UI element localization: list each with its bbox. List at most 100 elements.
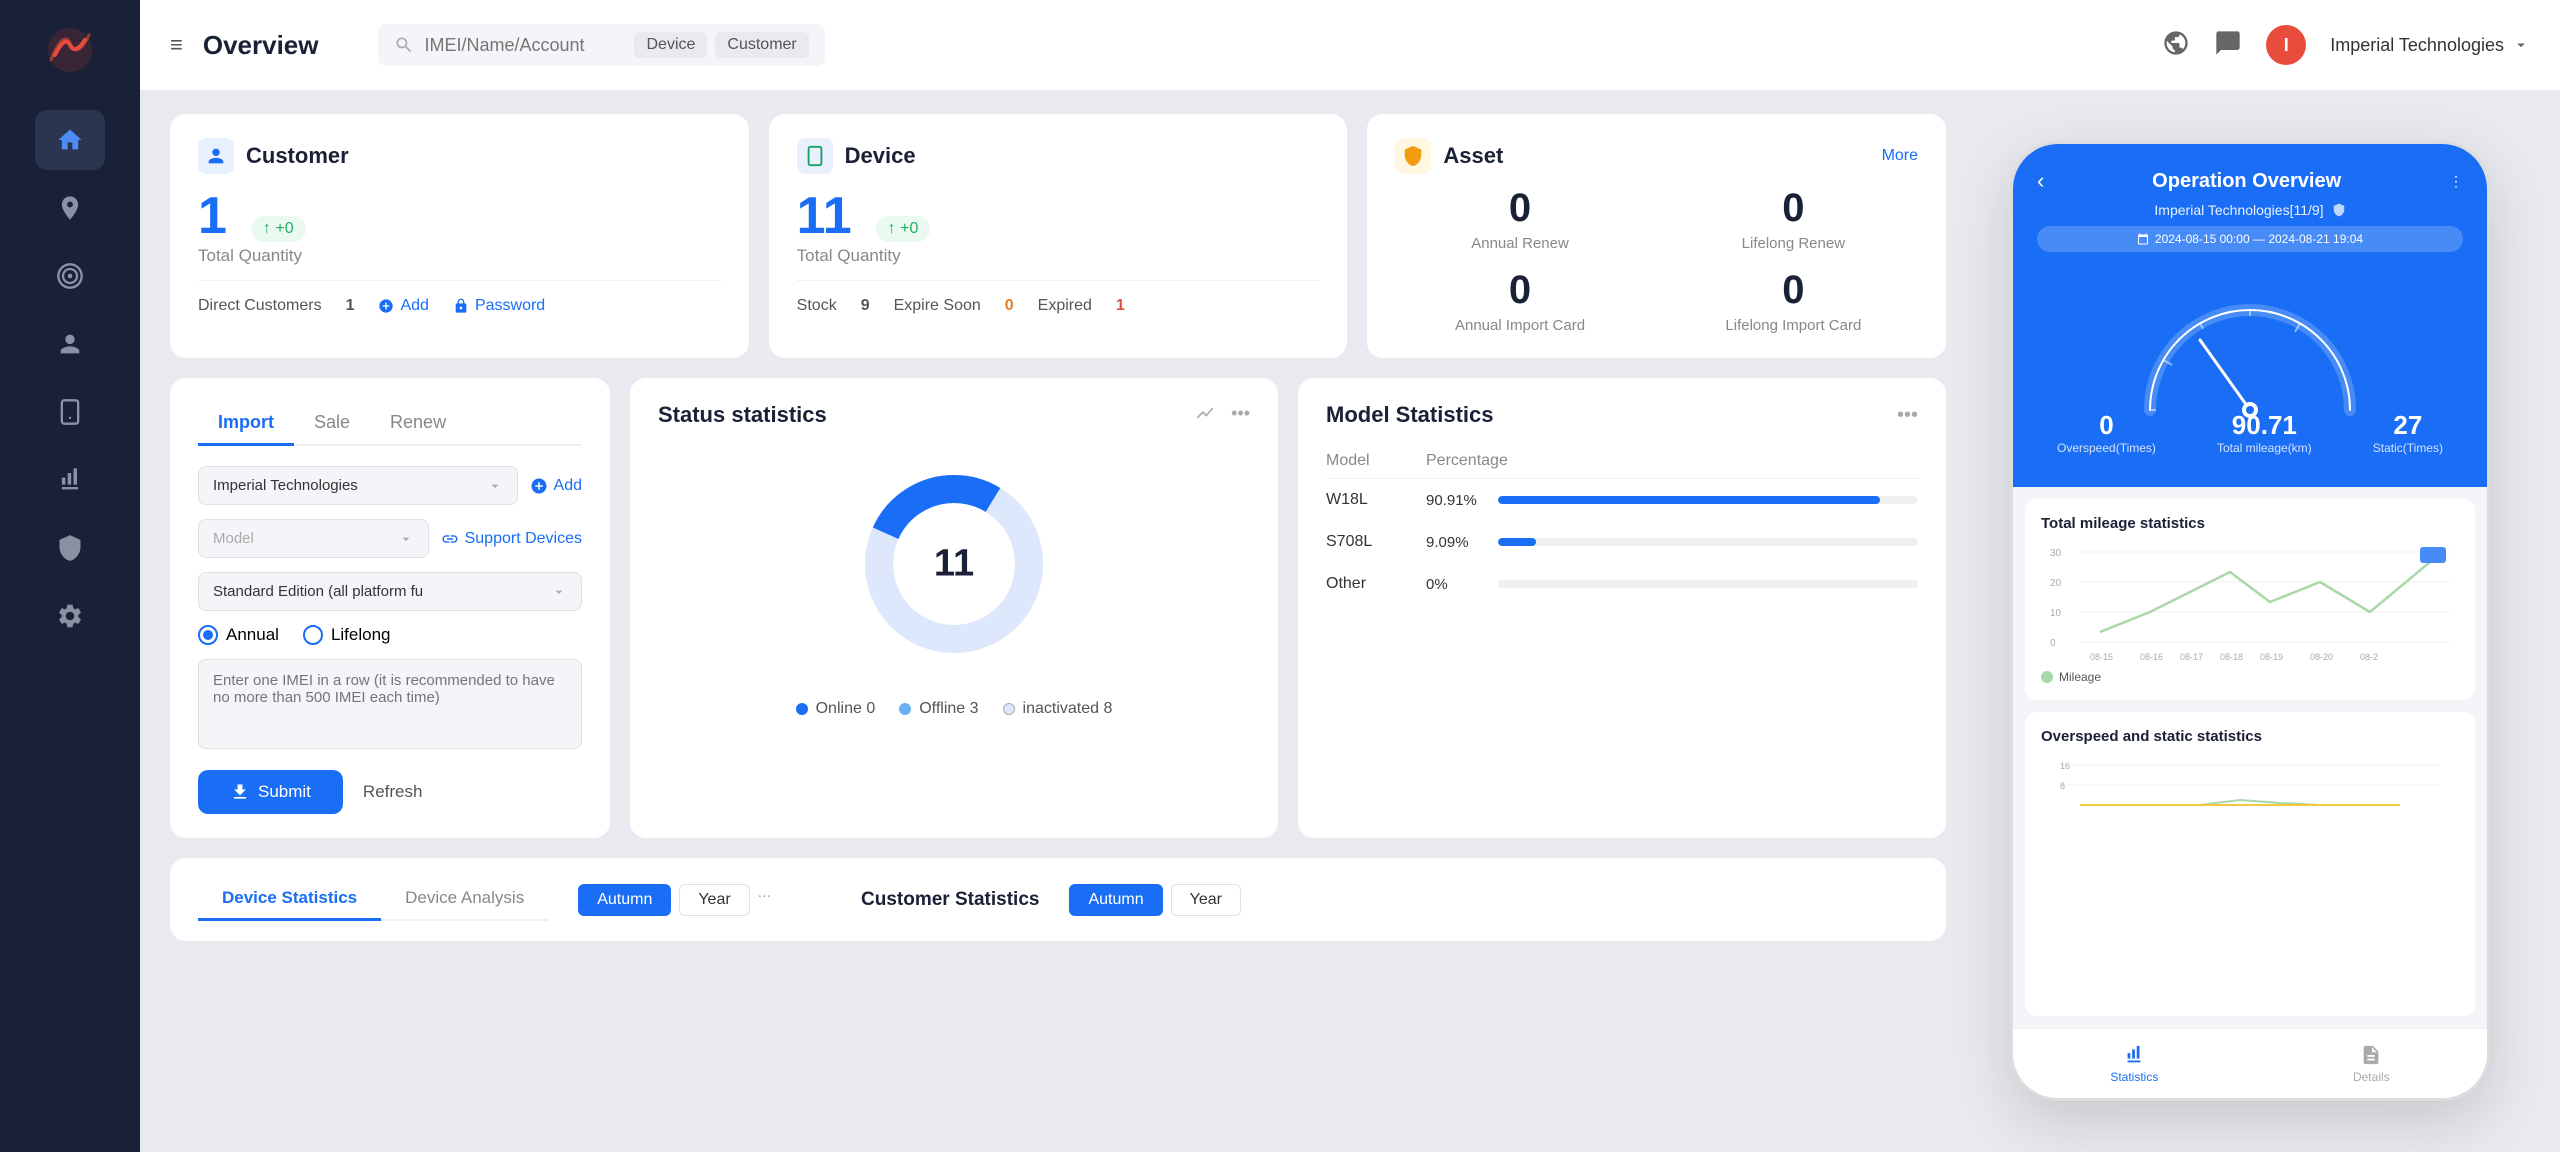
sidebar-item-user[interactable] xyxy=(35,314,105,374)
support-devices-link[interactable]: Support Devices xyxy=(441,530,582,548)
annual-radio[interactable]: Annual xyxy=(198,625,279,645)
inactive-label: inactivated 8 xyxy=(1023,700,1113,718)
password-btn[interactable]: Password xyxy=(453,297,545,315)
asset-grid: 0 Annual Renew 0 Lifelong Renew 0 Annual… xyxy=(1395,186,1918,334)
svg-text:8: 8 xyxy=(2060,781,2065,791)
annual-import-label: Annual Import Card xyxy=(1395,317,1644,334)
expire-soon-label: Expire Soon xyxy=(894,297,981,315)
device-card-title: Device xyxy=(845,143,916,169)
topbar: ≡ Overview Device Customer I Imperial Te… xyxy=(140,0,2560,90)
tab-import[interactable]: Import xyxy=(198,402,294,446)
customer-quantity-row: 1 ↑ +0 xyxy=(198,190,721,242)
company-select[interactable]: Imperial Technologies xyxy=(198,466,518,505)
imei-textarea[interactable] xyxy=(198,659,582,749)
sidebar-item-shield[interactable] xyxy=(35,518,105,578)
tab-sale[interactable]: Sale xyxy=(294,402,370,446)
year-btn-right[interactable]: Year xyxy=(1171,884,1241,916)
model-card: Model Statistics ••• Model Percentage W1… xyxy=(1298,378,1946,838)
sidebar-logo xyxy=(40,20,100,80)
expired-value: 1 xyxy=(1116,297,1125,315)
expired-label: Expired xyxy=(1038,297,1092,315)
donut-wrapper: 11 xyxy=(854,464,1054,664)
add-icon xyxy=(530,477,548,495)
lifelong-renew-value: 0 xyxy=(1669,186,1918,231)
tab-device-stats[interactable]: Device Statistics xyxy=(198,878,381,921)
sidebar-item-settings[interactable] xyxy=(35,586,105,646)
offline-dot xyxy=(899,703,911,715)
customer-card-title: Customer xyxy=(246,143,349,169)
model-title: Model Statistics xyxy=(1326,402,1493,428)
add-customer-btn[interactable]: Add xyxy=(378,297,428,315)
model-name-cell: S708L xyxy=(1326,521,1426,563)
submit-btn[interactable]: Submit xyxy=(198,770,343,814)
user-menu[interactable]: Imperial Technologies xyxy=(2330,35,2530,56)
model-select[interactable]: Model xyxy=(198,519,429,558)
model-table-row: W18L 90.91% xyxy=(1326,479,1918,522)
divider xyxy=(797,280,1320,281)
top-cards-row: Customer 1 ↑ +0 Total Quantity Direct Cu… xyxy=(170,114,1946,358)
sidebar-item-home[interactable] xyxy=(35,110,105,170)
more-dots-btn[interactable]: ••• xyxy=(1231,403,1250,428)
asset-more-link[interactable]: More xyxy=(1882,147,1918,165)
topbar-actions: I Imperial Technologies xyxy=(2162,25,2530,65)
device-card-header: Device xyxy=(797,138,1320,174)
customer-stats-title: Customer Statistics xyxy=(861,889,1039,911)
sidebar-item-chart[interactable] xyxy=(35,450,105,510)
asset-card-title: Asset xyxy=(1443,143,1503,169)
donut-center-label: 11 xyxy=(934,543,974,586)
menu-icon[interactable]: ≡ xyxy=(170,32,183,58)
duration-radio-row: Annual Lifelong xyxy=(198,625,582,645)
date-range-text: 2024-08-15 00:00 — 2024-08-21 19:04 xyxy=(2155,232,2363,246)
globe-icon[interactable] xyxy=(2162,29,2190,62)
lifelong-radio[interactable]: Lifelong xyxy=(303,625,391,645)
phone-more-icon[interactable]: ⋮ xyxy=(2449,173,2463,190)
autumn-btn-right[interactable]: Autumn xyxy=(1069,884,1162,916)
edition-select[interactable]: Standard Edition (all platform fu xyxy=(198,572,582,611)
search-tag-device[interactable]: Device xyxy=(634,32,707,58)
mileage-section: Total mileage statistics 30 20 xyxy=(2025,499,2475,700)
asset-icon xyxy=(1395,138,1431,174)
annual-renew-label: Annual Renew xyxy=(1395,235,1644,252)
autumn-btn-left[interactable]: Autumn xyxy=(578,884,671,916)
search-input[interactable] xyxy=(424,35,624,56)
chart-icon-btn[interactable] xyxy=(1195,403,1215,428)
search-bar: Device Customer xyxy=(378,24,824,66)
status-legend: Online 0 Offline 3 inactivated 8 xyxy=(658,700,1250,718)
back-icon[interactable]: ‹ xyxy=(2037,168,2044,194)
time-buttons-right: Autumn Year xyxy=(1069,884,1240,916)
chevron-select-icon xyxy=(487,478,503,494)
more-time-icon-left[interactable]: ... xyxy=(758,884,771,916)
customer-badge: ↑ +0 xyxy=(251,216,306,242)
inactive-dot xyxy=(1003,703,1015,715)
device-icon xyxy=(797,138,833,174)
model-table-row: Other 0% xyxy=(1326,563,1918,605)
model-more-icon[interactable]: ••• xyxy=(1897,404,1918,427)
tab-renew[interactable]: Renew xyxy=(370,402,466,446)
static-value: 27 xyxy=(2373,410,2443,441)
sidebar-item-target[interactable] xyxy=(35,246,105,306)
search-tag-customer[interactable]: Customer xyxy=(715,32,808,58)
online-dot xyxy=(796,703,808,715)
sidebar-item-device[interactable] xyxy=(35,382,105,442)
model-col-header: Model xyxy=(1326,444,1426,479)
footer-tab-details[interactable]: Details xyxy=(2353,1044,2390,1084)
model-name-cell: Other xyxy=(1326,563,1426,605)
customer-total-label: Total Quantity xyxy=(198,246,721,266)
notification-icon[interactable] xyxy=(2214,29,2242,62)
year-btn-left[interactable]: Year xyxy=(679,884,749,916)
refresh-btn[interactable]: Refresh xyxy=(363,782,423,802)
donut-chart-area: 11 xyxy=(658,444,1250,684)
svg-text:08-20: 08-20 xyxy=(2310,652,2333,662)
footer-tab-statistics[interactable]: Statistics xyxy=(2110,1044,2158,1084)
sidebar xyxy=(0,0,140,1152)
link-icon xyxy=(441,530,459,548)
svg-text:08-19: 08-19 xyxy=(2260,652,2283,662)
details-footer-icon xyxy=(2360,1044,2382,1066)
device-card: Device 11 ↑ +0 Total Quantity Stock 9 Ex… xyxy=(769,114,1348,358)
tab-device-analysis[interactable]: Device Analysis xyxy=(381,878,548,921)
annual-import-value: 0 xyxy=(1395,268,1644,313)
add-company-btn[interactable]: Add xyxy=(530,477,582,495)
sidebar-item-location[interactable] xyxy=(35,178,105,238)
page-title: Overview xyxy=(203,30,319,61)
chevron-model-icon xyxy=(398,531,414,547)
